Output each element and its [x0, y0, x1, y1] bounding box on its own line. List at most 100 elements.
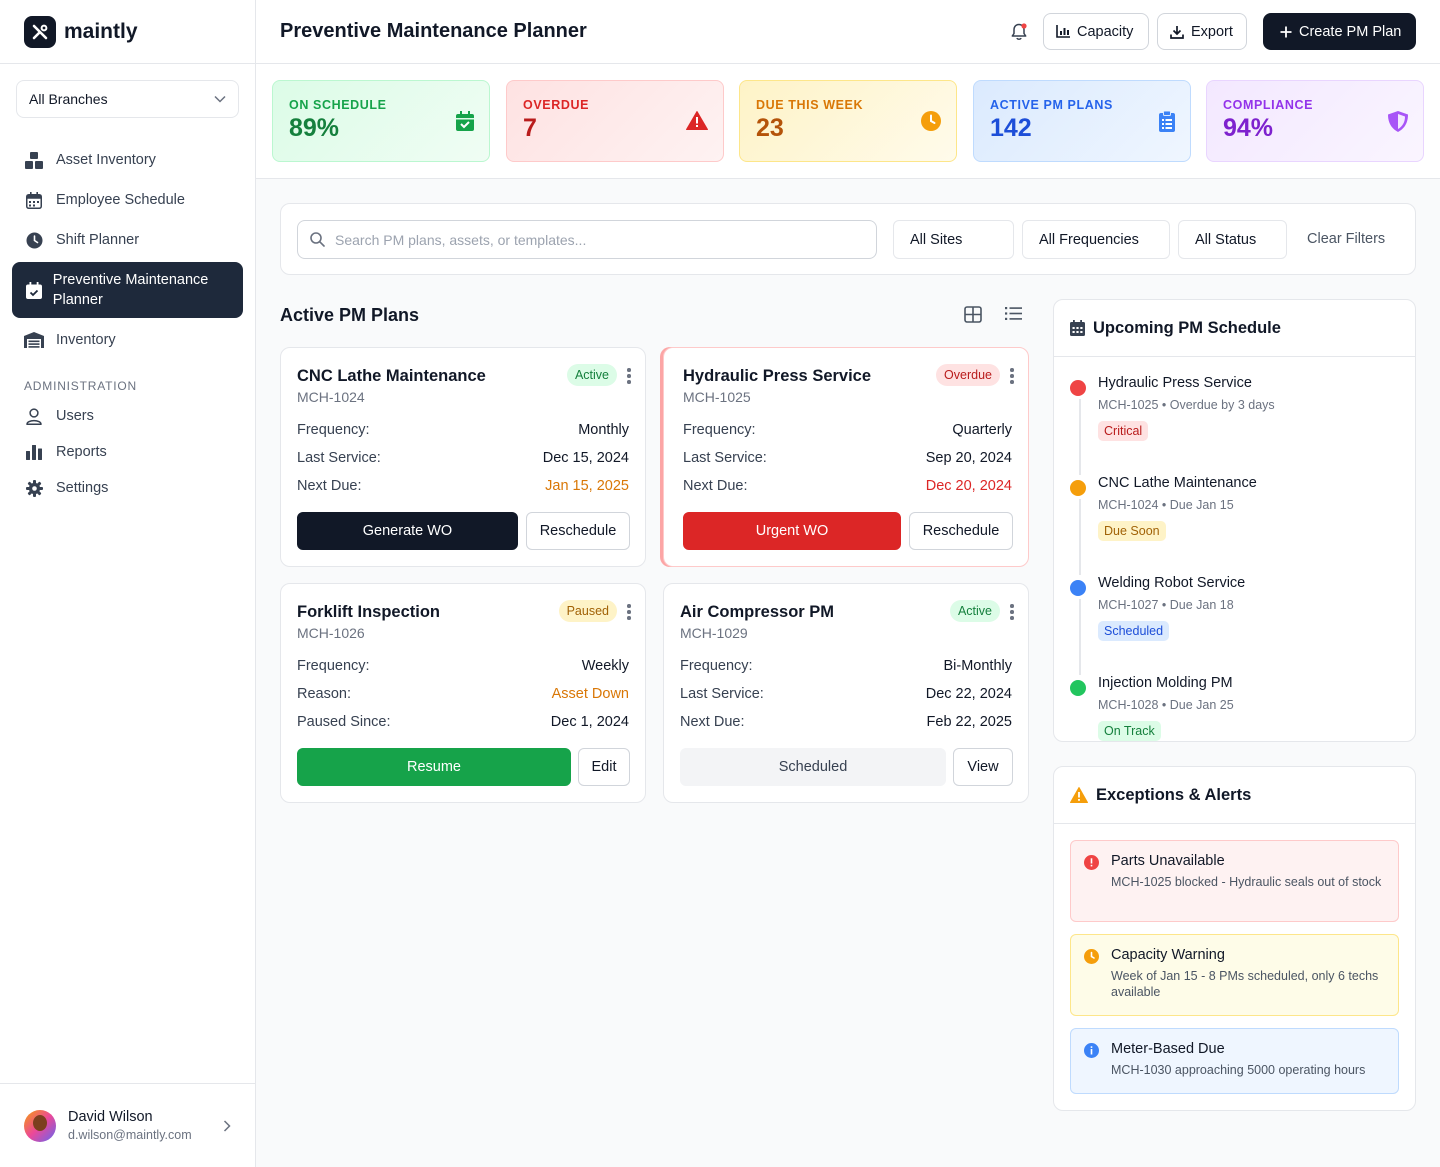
panel-title: Exceptions & Alerts	[1096, 785, 1252, 804]
export-button[interactable]: Export	[1157, 13, 1247, 50]
info-icon	[1084, 1043, 1099, 1058]
detail-value: Dec 22, 2024	[925, 686, 1012, 702]
tools-logo-icon	[24, 15, 56, 48]
plan-detail-row: Last Service: Dec 22, 2024	[680, 686, 1012, 702]
sidebar-item-asset-inventory[interactable]: Asset Inventory	[12, 140, 243, 180]
list-view-icon[interactable]	[1005, 306, 1022, 321]
more-options-icon[interactable]	[1010, 368, 1014, 386]
clear-filters-button[interactable]: Clear Filters	[1307, 231, 1385, 247]
upcoming-schedule-panel: Upcoming PM Schedule Hydraulic Press Ser…	[1053, 299, 1416, 742]
plan-asset-id: MCH-1026	[297, 625, 365, 641]
sidebar-item-label: Reports	[56, 444, 107, 460]
panel-title: Upcoming PM Schedule	[1093, 318, 1281, 337]
sidebar-item-employee-schedule[interactable]: Employee Schedule	[12, 180, 243, 220]
detail-key: Last Service:	[297, 450, 381, 466]
create-pm-plan-button[interactable]: Create PM Plan	[1263, 13, 1416, 50]
status-dot	[1070, 380, 1086, 396]
notification-bell-icon[interactable]	[1009, 22, 1029, 42]
detail-value: Feb 22, 2025	[926, 714, 1012, 730]
plan-title: Hydraulic Press Service	[683, 367, 872, 385]
frequency-filter-select[interactable]: All Frequencies	[1022, 220, 1170, 259]
schedule-item-title: Injection Molding PM	[1098, 675, 1233, 691]
edit-button[interactable]: Edit	[578, 748, 630, 786]
search-input[interactable]	[335, 231, 855, 248]
plan-detail-row: Frequency: Quarterly	[683, 422, 1012, 438]
detail-key: Next Due:	[680, 714, 745, 730]
stat-label: OVERDUE	[523, 98, 590, 112]
site-filter-select[interactable]: All Sites	[893, 220, 1014, 259]
schedule-item[interactable]: Hydraulic Press Service MCH-1025 • Overd…	[1070, 375, 1400, 475]
branch-select[interactable]: All Branches	[16, 80, 239, 118]
status-dot	[1070, 480, 1086, 496]
sidebar-item-shift-planner[interactable]: Shift Planner	[12, 220, 243, 260]
capacity-button[interactable]: Capacity	[1043, 13, 1149, 50]
reschedule-button[interactable]: Reschedule	[526, 512, 630, 550]
status-dot	[1070, 580, 1086, 596]
alert-item[interactable]: Capacity Warning Week of Jan 15 - 8 PMs …	[1070, 934, 1399, 1016]
top-header: Preventive Maintenance Planner Capacity …	[256, 0, 1440, 64]
sidebar-item-label: Settings	[56, 480, 109, 496]
sidebar-item-reports[interactable]: Reports	[12, 434, 243, 470]
sidebar-item-inventory[interactable]: Inventory	[12, 320, 243, 360]
frequency-filter-value: All Frequencies	[1039, 231, 1139, 248]
status-badge: Overdue	[936, 364, 1000, 386]
stat-card-compliance: COMPLIANCE 94%	[1206, 80, 1424, 162]
schedule-tag: Due Soon	[1098, 521, 1166, 541]
schedule-item[interactable]: Welding Robot Service MCH-1027 • Due Jan…	[1070, 575, 1400, 675]
urgent-wo-button[interactable]: Urgent WO	[683, 512, 901, 550]
detail-key: Last Service:	[683, 450, 767, 466]
view-button[interactable]: View	[953, 748, 1013, 786]
sidebar-item-users[interactable]: Users	[12, 398, 243, 434]
chart-bar-icon	[24, 442, 44, 462]
reschedule-button[interactable]: Reschedule	[909, 512, 1013, 550]
generate-wo-button[interactable]: Generate WO	[297, 512, 518, 550]
schedule-item[interactable]: CNC Lathe Maintenance MCH-1024 • Due Jan…	[1070, 475, 1400, 575]
detail-key: Frequency:	[683, 422, 756, 438]
stat-label: COMPLIANCE	[1223, 98, 1314, 112]
pm-plan-card: Forklift Inspection MCH-1026 Paused Freq…	[280, 583, 646, 803]
sidebar-item-settings[interactable]: Settings	[12, 470, 243, 506]
scheduled-button[interactable]: Scheduled	[680, 748, 946, 786]
avatar	[24, 1109, 56, 1142]
search-box[interactable]	[297, 220, 877, 259]
more-options-icon[interactable]	[1010, 604, 1014, 622]
alert-item[interactable]: Parts Unavailable MCH-1025 blocked - Hyd…	[1070, 840, 1399, 922]
more-options-icon[interactable]	[627, 604, 631, 622]
alert-title: Meter-Based Due	[1111, 1041, 1225, 1057]
plan-detail-row: Last Service: Dec 15, 2024	[297, 450, 629, 466]
schedule-tag: Scheduled	[1098, 621, 1170, 641]
sidebar-item-label: Asset Inventory	[56, 152, 156, 168]
cubes-icon	[24, 150, 44, 170]
more-options-icon[interactable]	[627, 368, 631, 386]
detail-key: Next Due:	[683, 478, 748, 494]
detail-key: Next Due:	[297, 478, 362, 494]
detail-key: Frequency:	[297, 658, 370, 674]
timeline-line	[1079, 499, 1081, 575]
grid-view-icon[interactable]	[964, 306, 982, 323]
alert-title: Parts Unavailable	[1111, 853, 1225, 869]
plan-detail-row: Reason: Asset Down	[297, 686, 629, 702]
schedule-item[interactable]: Injection Molding PM MCH-1028 • Due Jan …	[1070, 675, 1400, 741]
stat-card-on-schedule: ON SCHEDULE 89%	[272, 80, 490, 162]
warning-icon	[686, 111, 708, 130]
stat-value: 94%	[1223, 114, 1274, 142]
pm-plan-card: CNC Lathe Maintenance MCH-1024 Active Fr…	[280, 347, 646, 567]
alert-desc: MCH-1030 approaching 5000 operating hour…	[1111, 1063, 1366, 1077]
detail-value: Sep 20, 2024	[925, 450, 1012, 466]
clipboard-icon	[1159, 111, 1175, 132]
resume-button[interactable]: Resume	[297, 748, 571, 786]
sidebar-item-preventive-maintenance-planner[interactable]: Preventive Maintenance Planner	[12, 262, 243, 318]
calendar-icon	[1070, 320, 1085, 336]
stat-value: 89%	[289, 114, 340, 142]
timeline-line	[1079, 399, 1081, 475]
plan-title: CNC Lathe Maintenance	[297, 367, 486, 385]
user-profile[interactable]: David Wilson d.wilson@maintly.com	[0, 1083, 255, 1167]
stat-value: 23	[756, 114, 784, 142]
clock-icon	[1084, 949, 1099, 964]
calendar-check-icon	[456, 111, 474, 131]
exceptions-alerts-panel: Exceptions & Alerts Parts Unavailable MC…	[1053, 766, 1416, 1111]
status-filter-select[interactable]: All Status	[1178, 220, 1287, 259]
alert-item[interactable]: Meter-Based Due MCH-1030 approaching 500…	[1070, 1028, 1399, 1094]
brand[interactable]: maintly	[0, 0, 255, 64]
status-badge: Active	[949, 600, 1000, 622]
